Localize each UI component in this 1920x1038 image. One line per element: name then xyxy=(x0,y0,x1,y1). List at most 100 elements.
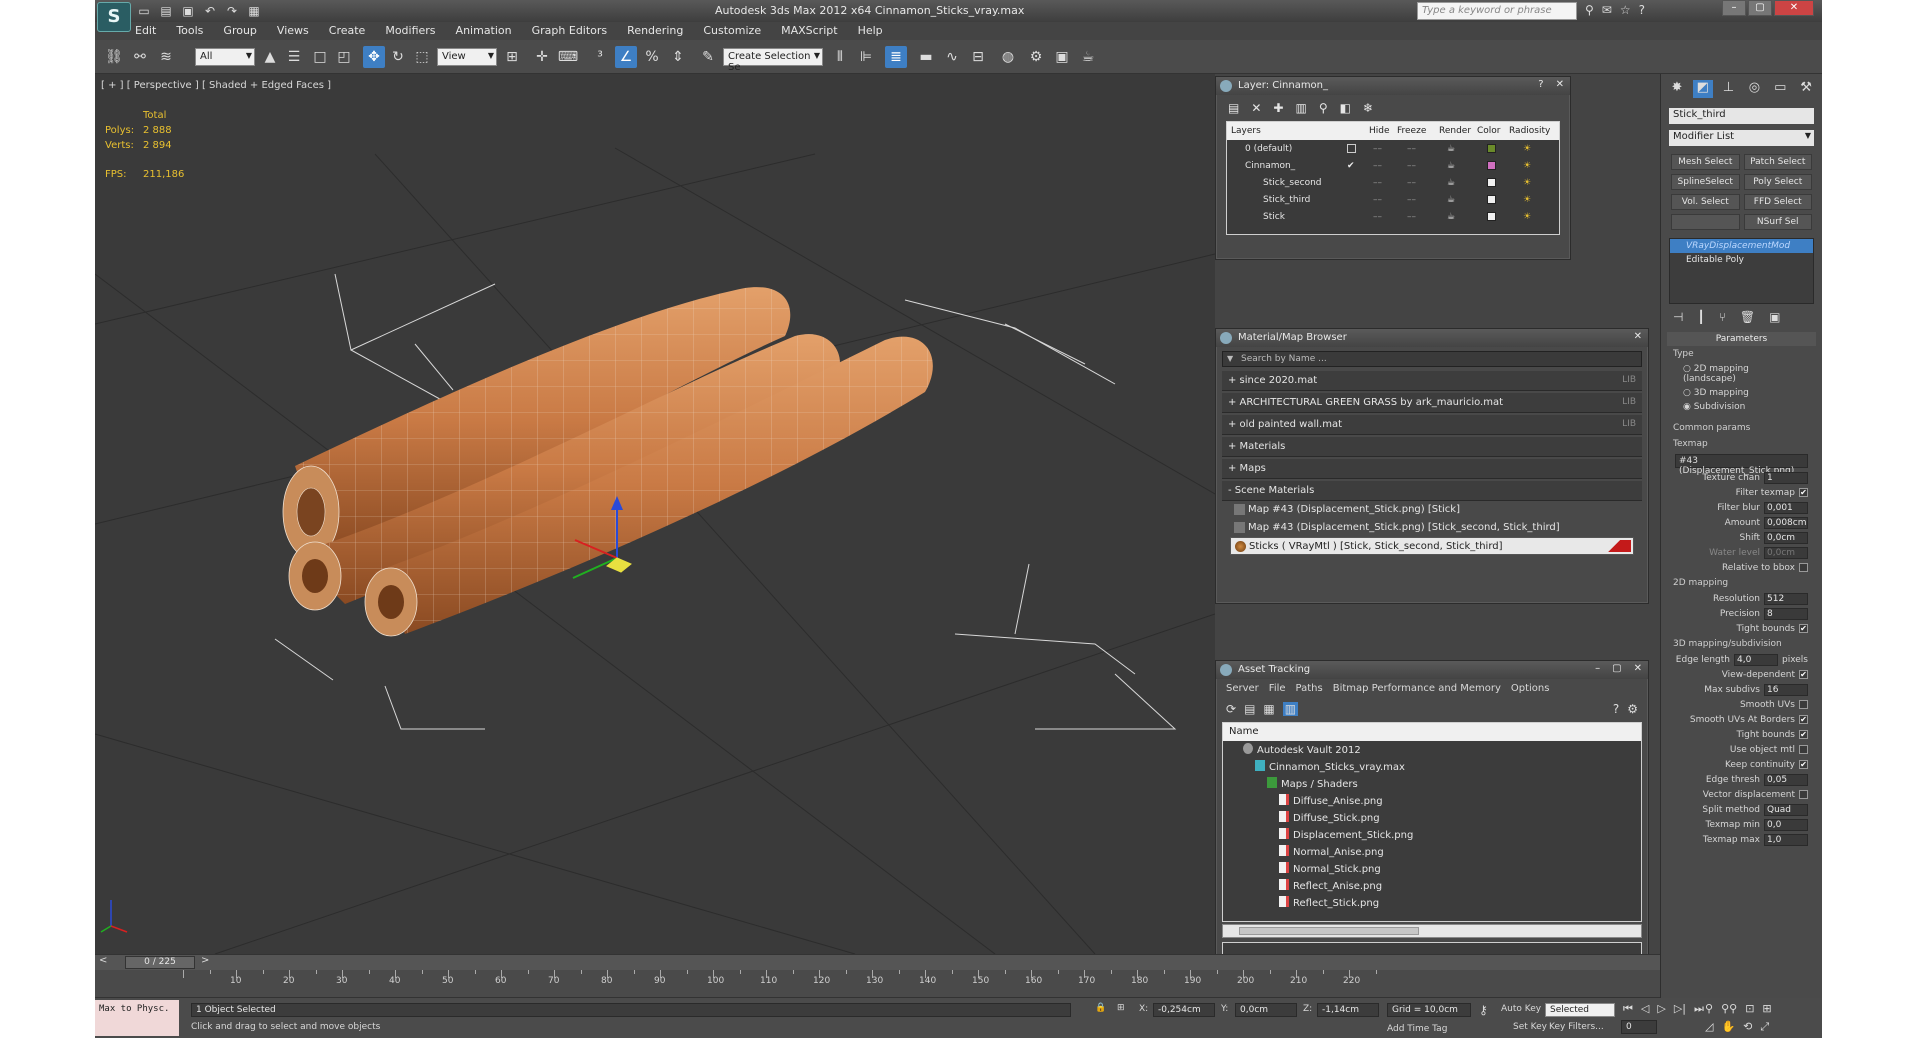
layer-color-swatch[interactable] xyxy=(1487,212,1496,221)
current-layer-checkbox[interactable] xyxy=(1347,144,1356,153)
layer-row[interactable]: Cinnamon_ ✔ –– –– ☕ ☀ xyxy=(1227,157,1559,174)
refresh-icon[interactable]: ⟳ xyxy=(1226,702,1236,716)
current-layer-check-icon[interactable]: ✔ xyxy=(1347,161,1355,171)
named-selection-dropdown[interactable]: Create Selection Se xyxy=(723,48,823,73)
vol-select-button[interactable]: Vol. Select xyxy=(1671,194,1740,210)
teapot-icon[interactable]: ☕ xyxy=(1447,161,1455,171)
select-manipulate-icon[interactable]: ✛ xyxy=(531,46,553,68)
teapot-icon[interactable]: ☕ xyxy=(1447,212,1455,222)
menu-edit[interactable]: Edit xyxy=(135,22,156,40)
menu-options[interactable]: Options xyxy=(1511,683,1550,694)
radiosity-icon[interactable]: ☀ xyxy=(1523,178,1531,188)
material-editor-icon[interactable]: ◍ xyxy=(997,46,1019,68)
maximize-viewport-icon[interactable]: ⤢ xyxy=(1760,1020,1769,1034)
select-move-icon[interactable]: ✥ xyxy=(363,46,385,68)
delete-layer-icon[interactable]: ✕ xyxy=(1251,101,1261,115)
layer-color-swatch[interactable] xyxy=(1487,195,1496,204)
minimize-button[interactable]: – xyxy=(1722,0,1746,16)
param-spinner[interactable]: 4,0 xyxy=(1734,653,1778,666)
open-file-icon[interactable]: ▤ xyxy=(157,3,175,19)
bind-spacewarp-icon[interactable]: ≋ xyxy=(155,46,177,68)
redo-icon[interactable]: ↷ xyxy=(223,3,241,19)
param-spinner[interactable]: 0,05 xyxy=(1764,773,1808,786)
layer-row[interactable]: Stick –– –– ☕ ☀ xyxy=(1227,208,1559,225)
pin-stack-icon[interactable]: ⊣ xyxy=(1673,310,1683,324)
menu-graph-editors[interactable]: Graph Editors xyxy=(532,22,608,40)
time-slider-knob[interactable]: 0 / 225 xyxy=(125,956,195,969)
tree-view-icon[interactable]: ▥ xyxy=(1282,702,1299,716)
project-folder-icon[interactable]: ▦ xyxy=(245,3,263,19)
maxscript-listener[interactable]: Max to Physc. xyxy=(95,1000,179,1036)
graphite-ribbon-icon[interactable]: ▬ xyxy=(915,46,937,68)
teapot-icon[interactable]: ☕ xyxy=(1447,178,1455,188)
param-checkbox[interactable] xyxy=(1799,790,1808,799)
object-name-field[interactable]: Stick_third xyxy=(1669,108,1814,124)
spline-select-button[interactable]: SplineSelect xyxy=(1671,174,1740,190)
pivot-center-icon[interactable]: ⊞ xyxy=(501,46,523,68)
layer-row[interactable]: Stick_second –– –– ☕ ☀ xyxy=(1227,174,1559,191)
col-hide[interactable]: Hide xyxy=(1369,126,1390,136)
help-icon[interactable]: ? xyxy=(1639,3,1645,17)
layer-color-swatch[interactable] xyxy=(1487,144,1496,153)
param-checkbox[interactable] xyxy=(1799,563,1808,572)
param-checkbox[interactable]: ✔ xyxy=(1799,715,1808,724)
param-checkbox[interactable] xyxy=(1799,700,1808,709)
prev-frame-icon[interactable]: < xyxy=(99,955,107,966)
add-to-layer-icon[interactable]: ✚ xyxy=(1273,101,1283,115)
next-frame-icon[interactable]: > xyxy=(201,955,209,966)
param-spinner[interactable]: 0,0cm xyxy=(1764,531,1808,544)
col-color[interactable]: Color xyxy=(1477,126,1501,136)
radiosity-icon[interactable]: ☀ xyxy=(1523,144,1531,154)
asset-name-column[interactable]: Name xyxy=(1223,723,1641,741)
utilities-tab-icon[interactable]: ⚒ xyxy=(1796,80,1816,98)
materials-group[interactable]: + Materials xyxy=(1222,437,1642,457)
render-setup-icon[interactable]: ⚙ xyxy=(1025,46,1047,68)
asset-row[interactable]: Reflect_Anise.png xyxy=(1223,877,1641,894)
x-coordinate-field[interactable]: -0,254cm xyxy=(1153,1003,1215,1017)
param-checkbox[interactable]: ✔ xyxy=(1799,624,1808,633)
poly-select-button[interactable]: Poly Select xyxy=(1743,174,1812,190)
select-scale-icon[interactable]: ⬚ xyxy=(411,46,433,68)
menu-file[interactable]: File xyxy=(1269,683,1286,694)
help-search-input[interactable]: Type a keyword or phrase xyxy=(1417,2,1577,20)
param-checkbox[interactable]: ✔ xyxy=(1799,730,1808,739)
material-library-group[interactable]: + since 2020.mat LIB xyxy=(1222,371,1642,391)
menu-server[interactable]: Server xyxy=(1226,683,1259,694)
help-icon[interactable]: ? xyxy=(1538,79,1543,90)
menu-animation[interactable]: Animation xyxy=(456,22,512,40)
rect-selection-icon[interactable]: □ xyxy=(309,46,331,68)
zoom-icon[interactable]: ⚲ xyxy=(1705,1002,1713,1015)
radio-2d-mapping[interactable]: 2D mapping (landscape) xyxy=(1667,362,1816,386)
undo-icon[interactable]: ↶ xyxy=(201,3,219,19)
absolute-mode-icon[interactable]: ⊞ xyxy=(1117,1003,1125,1013)
spinner-snap-icon[interactable]: ⇕ xyxy=(667,46,689,68)
menu-tools[interactable]: Tools xyxy=(176,22,203,40)
empty-modifier-button[interactable] xyxy=(1671,214,1740,230)
asset-row[interactable]: Normal_Stick.png xyxy=(1223,860,1641,877)
unlink-icon[interactable]: ⚯ xyxy=(129,46,151,68)
subscription-icon[interactable]: ✉ xyxy=(1602,3,1612,17)
play-icon[interactable]: ▷ xyxy=(1657,1002,1665,1016)
key-mode-dropdown[interactable]: Selected xyxy=(1545,1003,1615,1017)
app-logo-button[interactable]: S xyxy=(97,2,131,32)
modifier-list-dropdown[interactable]: Modifier List xyxy=(1669,130,1814,146)
radio-subdivision[interactable]: Subdivision xyxy=(1667,400,1816,414)
next-frame-icon[interactable]: ▷| xyxy=(1674,1002,1686,1016)
param-spinner[interactable]: 1,0 xyxy=(1764,833,1808,846)
save-file-icon[interactable]: ▣ xyxy=(179,3,197,19)
menu-paths[interactable]: Paths xyxy=(1296,683,1323,694)
nsurf-sel-button[interactable]: NSurf Sel xyxy=(1743,214,1812,230)
maximize-icon[interactable]: ▢ xyxy=(1612,663,1621,674)
layer-manager-icon[interactable]: ≣ xyxy=(885,46,907,68)
menu-maxscript[interactable]: MAXScript xyxy=(781,22,837,40)
material-library-group[interactable]: + old painted wall.mat LIB xyxy=(1222,415,1642,435)
asset-row[interactable]: Diffuse_Anise.png xyxy=(1223,792,1641,809)
link-icon[interactable]: ⛓ xyxy=(103,46,125,68)
radiosity-icon[interactable]: ☀ xyxy=(1523,161,1531,171)
radiosity-icon[interactable]: ☀ xyxy=(1523,212,1531,222)
scrollbar-thumb[interactable] xyxy=(1239,927,1419,935)
ffd-select-button[interactable]: FFD Select xyxy=(1743,194,1812,210)
hierarchy-tab-icon[interactable]: ⊥ xyxy=(1719,80,1739,98)
orbit-icon[interactable]: ⟲ xyxy=(1743,1020,1752,1034)
col-render[interactable]: Render xyxy=(1439,126,1471,136)
